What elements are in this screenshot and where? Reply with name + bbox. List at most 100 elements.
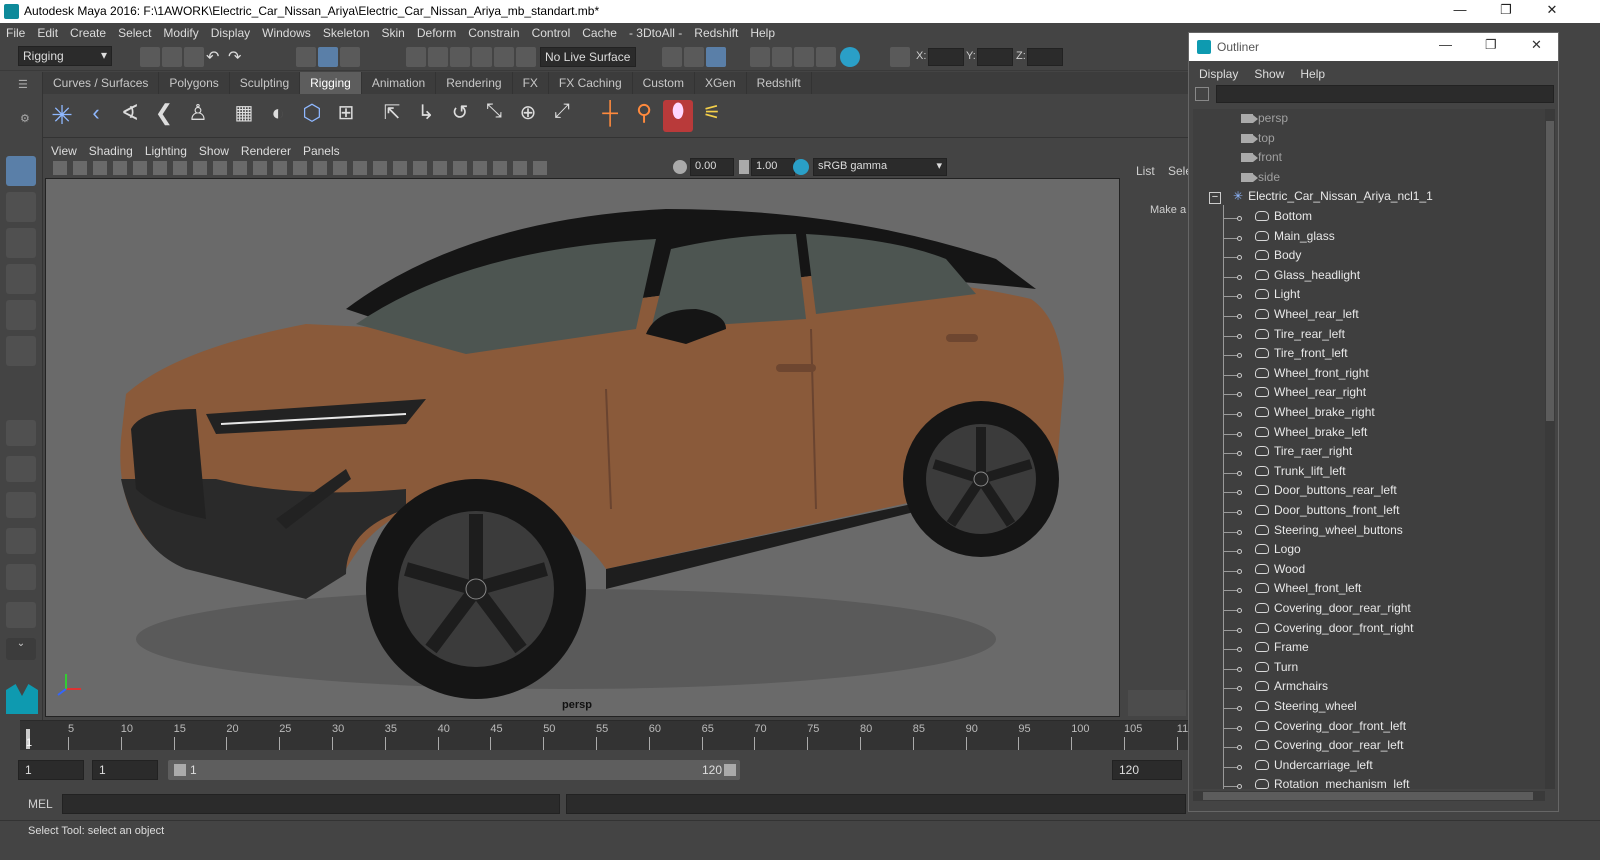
expand-dot-icon[interactable] [1237, 255, 1242, 261]
paint-select-tool-icon[interactable] [6, 228, 36, 258]
snap-view-icon[interactable] [472, 47, 492, 67]
tab-fx-caching[interactable]: FX Caching [549, 72, 633, 94]
range-end-handle[interactable] [724, 764, 736, 776]
outliner-mesh-item[interactable]: Rotation_mechanism_left [1255, 777, 1409, 789]
expand-dot-icon[interactable] [1237, 392, 1242, 398]
outliner-maximize-button[interactable]: ❐ [1485, 37, 1497, 53]
tab-fx[interactable]: FX [513, 72, 549, 94]
outliner-root-item[interactable]: − ✳ Electric_Car_Nissan_Ariya_ncl1_1 [1209, 189, 1433, 209]
tab-sculpting[interactable]: Sculpting [230, 72, 301, 94]
menu-file[interactable]: File [0, 23, 31, 43]
start-time-field[interactable]: 1 [18, 760, 84, 780]
input-ops-icon[interactable] [684, 47, 704, 67]
expand-dot-icon[interactable] [1237, 333, 1242, 339]
menu-control[interactable]: Control [526, 23, 577, 43]
expand-dot-icon[interactable] [1237, 588, 1242, 594]
redo-icon[interactable]: ↷ [228, 47, 248, 67]
persp-graph-layout-icon[interactable] [6, 528, 36, 554]
expand-dot-icon[interactable] [1237, 608, 1242, 613]
menu-select[interactable]: Select [112, 23, 157, 43]
outliner-mesh-item[interactable]: Logo [1255, 542, 1301, 562]
outliner-mesh-item[interactable]: Covering_door_rear_left [1255, 738, 1403, 758]
tab-custom[interactable]: Custom [633, 72, 695, 94]
wrap-icon[interactable]: ⊞ [331, 100, 361, 132]
ipr-icon[interactable] [794, 47, 814, 67]
expand-dot-icon[interactable] [1237, 294, 1242, 300]
select-hierarchy-icon[interactable] [296, 47, 316, 67]
outliner-close-button[interactable]: ✕ [1531, 37, 1542, 53]
outliner-mesh-item[interactable]: Wheel_brake_right [1255, 405, 1375, 425]
exposure-field[interactable]: 0.00 [690, 158, 734, 176]
outliner-mesh-item[interactable]: Wheel_front_right [1255, 366, 1369, 386]
outliner-mesh-item[interactable]: Tire_raer_right [1255, 444, 1352, 464]
minimize-button[interactable]: — [1440, 2, 1480, 20]
snap-curve-icon[interactable] [428, 47, 448, 67]
bind-skin-icon[interactable]: ⬡ [297, 100, 327, 132]
menu-3dtoall[interactable]: - 3DtoAll - [623, 23, 688, 43]
shelf-menu-icon[interactable]: ☰ [18, 78, 32, 91]
menuset-dropdown[interactable]: Rigging ▾ [18, 46, 112, 66]
outliner-camera-item[interactable]: persp [1241, 111, 1288, 131]
orient-constraint-icon[interactable]: ↺ [445, 100, 475, 132]
expand-dot-icon[interactable] [1237, 666, 1242, 672]
select-tool-icon[interactable] [6, 156, 36, 186]
outliner-mesh-item[interactable]: Light [1255, 287, 1300, 307]
select-object-icon[interactable] [318, 47, 338, 67]
outliner-mesh-item[interactable]: Covering_door_front_right [1255, 621, 1413, 641]
shelf-settings-icon[interactable]: ⚙ [20, 112, 32, 125]
mirror-joint-icon[interactable]: ❮ [149, 100, 179, 132]
hypershade-layout-icon[interactable] [6, 602, 36, 628]
expand-dot-icon[interactable] [1237, 490, 1242, 496]
expand-dot-icon[interactable] [1237, 235, 1242, 241]
expand-dot-icon[interactable] [1237, 353, 1242, 359]
select-component-icon[interactable] [340, 47, 360, 67]
expand-dot-icon[interactable] [1237, 529, 1242, 535]
range-start-handle[interactable] [174, 764, 186, 776]
two-view-layout-icon[interactable] [6, 492, 36, 518]
persp-outliner-layout-icon[interactable] [6, 564, 36, 590]
persp-viewport[interactable]: persp [45, 178, 1120, 717]
menu-create[interactable]: Create [64, 23, 112, 43]
outliner-mesh-item[interactable]: Steering_wheel_buttons [1255, 523, 1403, 543]
snap-grid-icon[interactable] [406, 47, 426, 67]
outliner-mesh-item[interactable]: Undercarriage_left [1255, 758, 1373, 778]
outliner-menu-show[interactable]: Show [1246, 63, 1292, 85]
snap-magnet-icon[interactable] [516, 47, 536, 67]
gamma-field[interactable]: 1.00 [751, 158, 795, 176]
expand-dot-icon[interactable] [1237, 725, 1242, 731]
ipr-render-icon[interactable] [772, 47, 792, 67]
expand-dot-icon[interactable] [1237, 372, 1242, 378]
key-selected-icon[interactable]: ⚲ [629, 100, 659, 132]
menu-redshift[interactable]: Redshift [688, 23, 744, 43]
mel-input[interactable] [62, 794, 560, 814]
parent-constraint-icon[interactable]: ⇱ [377, 100, 407, 132]
four-view-layout-icon[interactable] [6, 456, 36, 482]
expand-layouts-icon[interactable]: ⌄ [6, 638, 36, 660]
outliner-vscrollbar[interactable] [1545, 109, 1555, 789]
outliner-mesh-item[interactable]: Main_glass [1255, 229, 1335, 249]
expand-dot-icon[interactable] [1237, 745, 1242, 751]
construction-history-icon[interactable] [706, 47, 726, 67]
expand-dot-icon[interactable] [1237, 451, 1242, 457]
expand-dot-icon[interactable] [1237, 627, 1242, 633]
outliner-camera-item[interactable]: side [1241, 170, 1280, 190]
outliner-hscrollbar[interactable] [1193, 791, 1545, 801]
new-scene-icon[interactable] [140, 47, 160, 67]
menu-modify[interactable]: Modify [157, 23, 204, 43]
outliner-minimize-button[interactable]: — [1439, 37, 1452, 52]
tab-animation[interactable]: Animation [362, 72, 437, 94]
end-time-field[interactable]: 120 [1112, 760, 1182, 780]
tab-curves-surfaces[interactable]: Curves / Surfaces [43, 72, 160, 94]
menu-windows[interactable]: Windows [256, 23, 317, 43]
menu-display[interactable]: Display [205, 23, 256, 43]
outliner-mesh-item[interactable]: Tire_rear_left [1255, 327, 1345, 347]
outliner-mesh-item[interactable]: Trunk_lift_left [1255, 464, 1346, 484]
live-surface-field[interactable]: No Live Surface [540, 47, 636, 67]
lasso-tool-icon[interactable] [6, 192, 36, 222]
outliner-camera-item[interactable]: front [1241, 150, 1282, 170]
pole-vector-icon[interactable]: ⤢ [547, 100, 577, 132]
expand-dot-icon[interactable] [1237, 274, 1242, 280]
expand-dot-icon[interactable] [1237, 647, 1242, 653]
undo-icon[interactable]: ↶ [206, 47, 226, 67]
color-management-icon[interactable] [793, 159, 809, 175]
